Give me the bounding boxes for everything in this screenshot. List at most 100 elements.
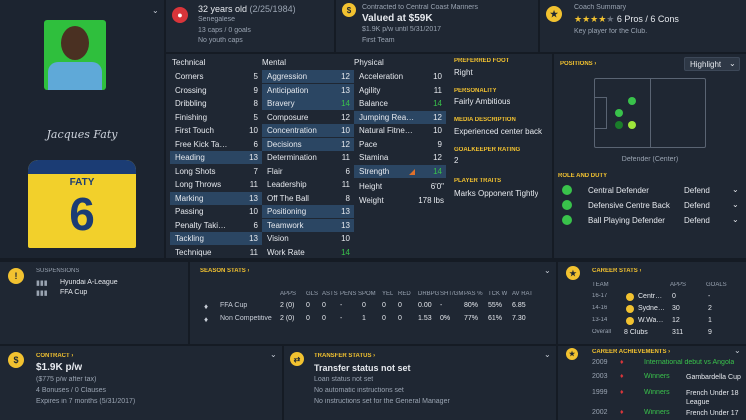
duty-select[interactable]: Defend [684, 216, 710, 225]
attribute-row: Decisions 12 [262, 137, 354, 151]
achievement-year: 2003 [592, 373, 608, 380]
role-name: Central Defender [588, 186, 649, 195]
role-row[interactable]: Central Defender Defend ⌄ [558, 184, 742, 197]
stat-value: 0 [382, 315, 386, 322]
attribute-value: 8 [345, 193, 350, 203]
club-name[interactable]: Centr… [638, 293, 662, 300]
achievement-text: Winners [644, 373, 670, 380]
contract-icon: $ [8, 352, 24, 368]
technical-title: Technical [172, 58, 206, 67]
attribute-value: 10 [249, 207, 258, 216]
auto-instructions: No automatic instructions set [314, 387, 404, 394]
profile-icon: ● [172, 7, 188, 23]
trophy-icon: ★ [566, 348, 578, 360]
achievement-icon: ♦ [620, 373, 624, 380]
attribute-row: Heading 13 [170, 151, 262, 164]
suspension-row: Hyundai A-League [60, 279, 118, 286]
stat-value: 2 (0) [280, 302, 295, 309]
contract-bonuses: 4 Bonuses / 0 Clauses [36, 387, 107, 394]
role-row[interactable]: Defensive Centre Back Defend ⌄ [558, 199, 742, 212]
youth-caps-text: No youth caps [198, 37, 243, 44]
attribute-value: 7 [253, 166, 258, 176]
attribute-name: Pace [359, 139, 378, 149]
stat-value: 0.00 [418, 302, 432, 309]
attribute-row: Acceleration 10 [354, 70, 446, 83]
achievements-title[interactable]: CAREER ACHIEVEMENTS › [592, 349, 670, 355]
weight-label: Weight [359, 196, 384, 205]
transfer-status: Transfer status not set [314, 363, 411, 373]
loan-status: Loan status not set [314, 376, 374, 383]
achievement-icon: ♦ [620, 389, 624, 396]
attribute-name: First Touch [175, 126, 214, 135]
chevron-down-icon[interactable]: ⌄ [732, 200, 739, 209]
attribute-row: Work Rate 14 [262, 246, 354, 259]
highlight-select[interactable]: Highlight ⌄ [684, 57, 740, 71]
attribute-name: Off The Ball [267, 193, 309, 203]
chevron-down-icon[interactable]: ⌄ [734, 346, 741, 355]
chevron-down-icon[interactable]: ⌄ [544, 266, 551, 275]
contract-after-tax: ($775 p/w after tax) [36, 376, 97, 383]
contract-title[interactable]: CONTRACT › [36, 353, 73, 359]
chevron-down-icon[interactable]: ⌄ [152, 6, 159, 15]
achievement-text: Winners [644, 409, 670, 416]
attribute-value: 12 [433, 153, 442, 162]
role-icon [562, 200, 572, 210]
competition-name: FFA Cup [220, 302, 248, 309]
star-rating-half: ★ [606, 14, 615, 24]
duty-select[interactable]: Defend [684, 201, 710, 210]
overall-label: Overall [592, 329, 612, 335]
attribute-row: Vision 10 [262, 232, 354, 245]
role-row[interactable]: Ball Playing Defender Defend ⌄ [558, 214, 742, 227]
attribute-name: Tackling [175, 234, 204, 243]
attribute-row: Crossing 9 [170, 84, 262, 97]
transfer-status-panel: ⇄ TRANSFER STATUS › ⌄ Transfer status no… [284, 346, 556, 420]
duty-select[interactable]: Defend [684, 186, 710, 195]
positions-title[interactable]: POSITIONS › [560, 61, 596, 67]
attribute-row: Teamwork 13 [262, 218, 354, 232]
chevron-down-icon[interactable]: ⌄ [732, 215, 739, 224]
career-stats-title[interactable]: CAREER STATS › [592, 268, 641, 274]
season-years: 13-14 [592, 317, 608, 323]
season-col-header: AV RAT [512, 291, 533, 297]
stat-value: 1 [362, 315, 366, 322]
physical-title: Physical [354, 58, 384, 67]
season-years: 16-17 [592, 293, 608, 299]
preferred-foot-value: Right [454, 68, 473, 77]
suspensions-title: SUSPENSIONS [36, 268, 80, 274]
stat-value: 61% [488, 315, 503, 322]
star-icon: ★ [546, 6, 562, 22]
attribute-value: 9 [253, 85, 258, 95]
career-col-header: TEAM [592, 282, 609, 288]
achievement-text: Winners [644, 389, 670, 396]
attribute-row: Long Throws 11 [170, 178, 262, 191]
role-duty-title: ROLE AND DUTY [558, 173, 608, 179]
career-achievements-panel: ★ CAREER ACHIEVEMENTS › ⌄ 2009 ♦ Internati… [558, 346, 746, 420]
shirt-number: 6 [69, 188, 95, 240]
contracted-to-text: Contracted to Central Coast Mariners [362, 4, 478, 11]
attribute-row: Strength 14 [354, 164, 446, 178]
chevron-down-icon[interactable]: ⌄ [732, 185, 739, 194]
stat-value: 0 [306, 302, 310, 309]
chevron-down-icon: ⌄ [729, 59, 736, 68]
attribute-row: Aggression 12 [262, 70, 354, 83]
portrait-panel: Jacques Faty FATY 6 ⌄ [0, 0, 164, 258]
transfer-title[interactable]: TRANSFER STATUS › [314, 353, 375, 359]
attribute-row: Natural Fitne… 10 [354, 124, 446, 137]
season-stats-title[interactable]: SEASON STATS › [200, 268, 249, 274]
club-name[interactable]: W.Wa… [638, 317, 663, 324]
season-col-header: SHT/GM [440, 291, 464, 297]
traits-label: PLAYER TRAITS [454, 178, 502, 184]
preferred-foot-label: PREFERRED FOOT [454, 58, 510, 64]
club-name[interactable]: Sydne… [638, 305, 665, 312]
attribute-row: Positioning 13 [262, 205, 354, 218]
stat-value: 0 [322, 302, 326, 309]
attribute-name: Anticipation [267, 85, 309, 95]
height-value: 6'0" [430, 182, 444, 191]
club-goals: 1 [708, 317, 712, 324]
chevron-down-icon[interactable]: ⌄ [270, 350, 277, 359]
chevron-down-icon[interactable]: ⌄ [544, 350, 551, 359]
overall-goals: 9 [708, 329, 712, 336]
traits-value: Marks Opponent Tightly [454, 189, 539, 198]
nationality-text: Senegalese [198, 16, 235, 23]
suspension-row: FFA Cup [60, 289, 88, 296]
